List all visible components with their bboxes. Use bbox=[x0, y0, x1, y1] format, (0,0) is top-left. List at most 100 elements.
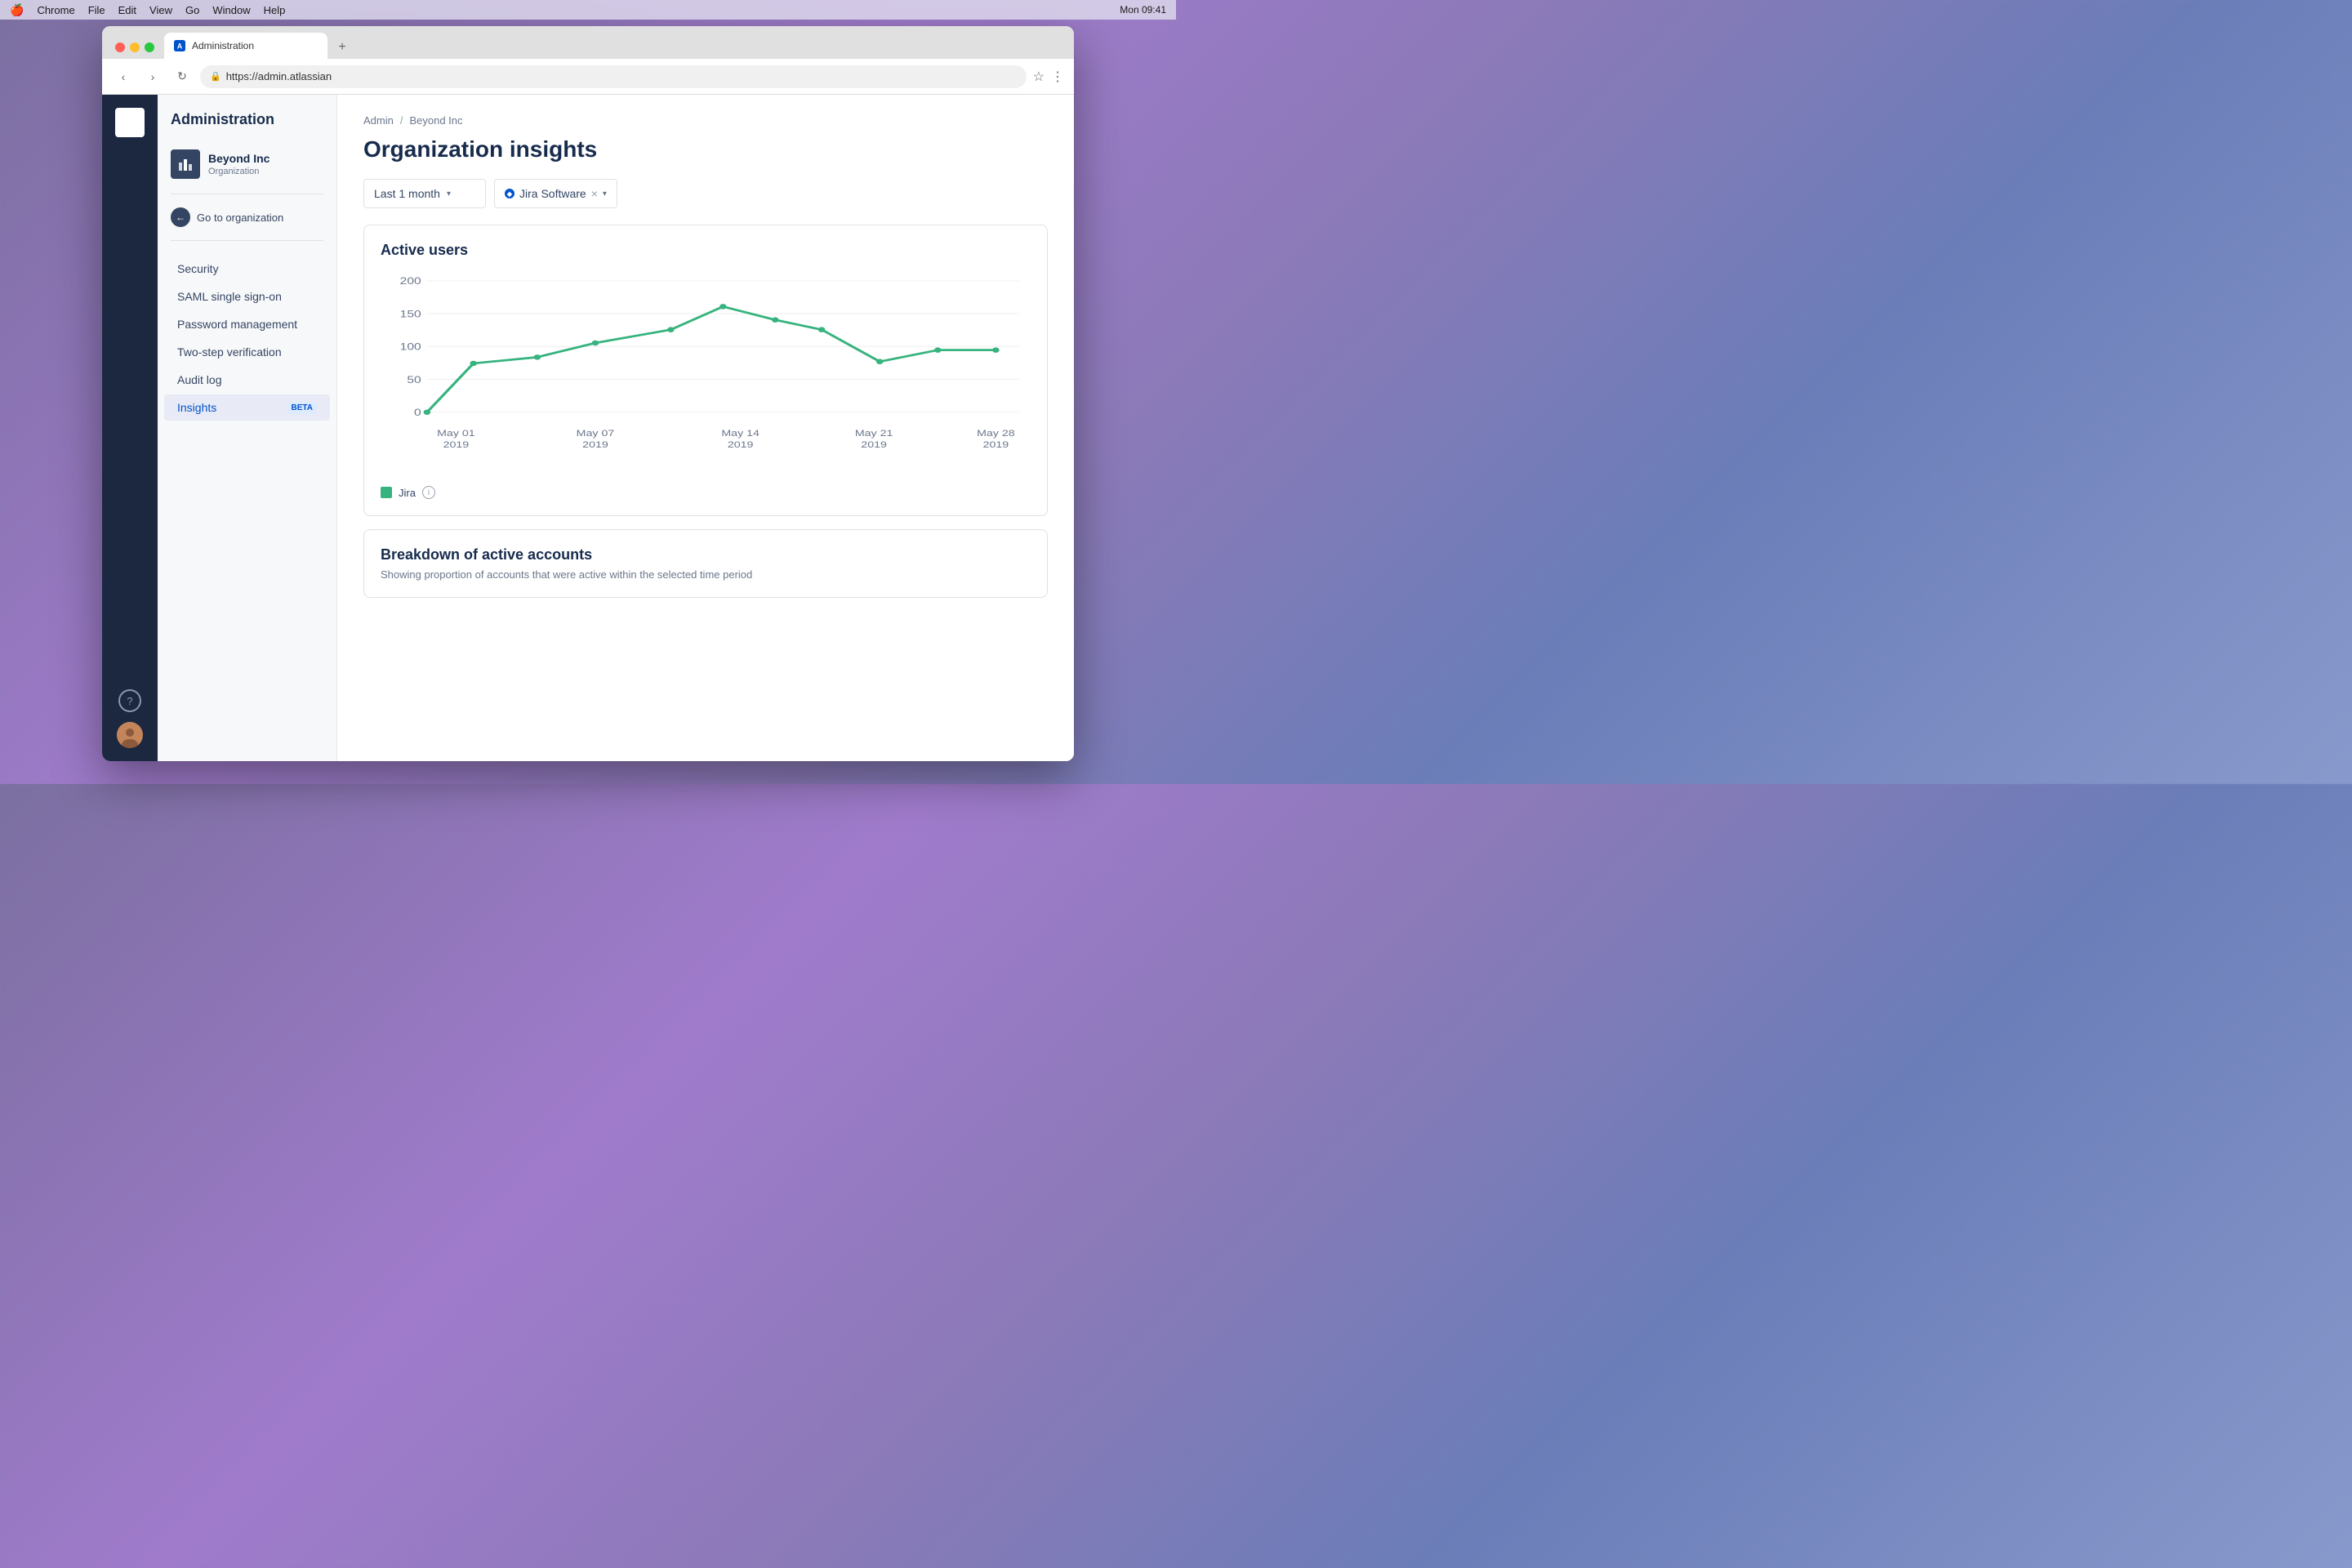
product-filter[interactable]: ◆ Jira Software × ▾ bbox=[494, 179, 617, 208]
nav-section: Security SAML single sign-on Password ma… bbox=[158, 247, 336, 429]
menu-window[interactable]: Window bbox=[212, 4, 250, 16]
active-users-card: Active users 200 150 100 50 bbox=[363, 225, 1048, 516]
tab-favicon: A bbox=[174, 40, 185, 51]
org-sub: Organization bbox=[208, 166, 270, 177]
side-menu: Administration Beyond Inc Organization ← bbox=[158, 95, 337, 761]
org-item[interactable]: Beyond Inc Organization bbox=[158, 141, 336, 187]
chart-legend: Jira i bbox=[381, 486, 1031, 499]
svg-text:May 21: May 21 bbox=[855, 429, 893, 439]
filters-row: Last 1 month ▾ ◆ Jira Software × ▾ bbox=[363, 179, 1048, 208]
org-icon bbox=[171, 149, 200, 179]
active-tab[interactable]: A Administration bbox=[164, 33, 327, 59]
svg-text:May 28: May 28 bbox=[977, 429, 1015, 439]
product-filter-chevron: ▾ bbox=[603, 189, 607, 198]
reload-button[interactable]: ↻ bbox=[171, 65, 194, 88]
svg-text:2019: 2019 bbox=[728, 440, 754, 450]
maximize-button[interactable] bbox=[145, 42, 154, 52]
breakdown-title: Breakdown of active accounts bbox=[381, 546, 1031, 564]
remove-product-tag[interactable]: × bbox=[591, 188, 598, 199]
svg-text:2019: 2019 bbox=[983, 440, 1009, 450]
go-to-org-label: Go to organization bbox=[197, 212, 283, 224]
menu-go[interactable]: Go bbox=[185, 4, 199, 16]
legend-label: Jira bbox=[399, 487, 416, 499]
traffic-lights bbox=[109, 42, 161, 59]
breadcrumb-separator: / bbox=[400, 114, 403, 127]
breadcrumb: Admin / Beyond Inc bbox=[363, 114, 1048, 127]
svg-text:May 01: May 01 bbox=[437, 429, 475, 439]
insights-label: Insights bbox=[177, 401, 216, 414]
svg-text:2019: 2019 bbox=[582, 440, 608, 450]
more-options-icon[interactable]: ⋮ bbox=[1051, 69, 1064, 85]
left-nav-bottom: ? bbox=[117, 689, 143, 748]
page-title: Organization insights bbox=[363, 136, 1048, 163]
page-content: Admin / Beyond Inc Organization insights… bbox=[337, 95, 1074, 761]
help-button[interactable]: ? bbox=[118, 689, 141, 712]
minimize-button[interactable] bbox=[130, 42, 140, 52]
time-filter-chevron: ▾ bbox=[447, 189, 451, 198]
svg-text:A: A bbox=[177, 42, 183, 51]
insights-row: Insights BETA bbox=[177, 401, 317, 414]
svg-text:2019: 2019 bbox=[443, 440, 470, 450]
svg-text:2019: 2019 bbox=[861, 440, 887, 450]
side-menu-title: Administration bbox=[158, 111, 336, 141]
sidebar-item-saml[interactable]: SAML single sign-on bbox=[164, 283, 330, 310]
url-text: https://admin.atlassian bbox=[226, 70, 332, 82]
forward-button[interactable]: › bbox=[141, 65, 164, 88]
new-tab-button[interactable]: + bbox=[331, 36, 354, 59]
close-button[interactable] bbox=[115, 42, 125, 52]
menu-edit[interactable]: Edit bbox=[118, 4, 136, 16]
svg-text:0: 0 bbox=[414, 407, 421, 418]
tab-title: Administration bbox=[192, 40, 254, 51]
svg-text:150: 150 bbox=[400, 308, 421, 319]
go-back-icon: ← bbox=[171, 207, 190, 227]
main-content: ? Administration bbox=[102, 95, 1074, 761]
back-button[interactable]: ‹ bbox=[112, 65, 135, 88]
sidebar-item-twostep[interactable]: Two-step verification bbox=[164, 339, 330, 365]
breakdown-card: Breakdown of active accounts Showing pro… bbox=[363, 529, 1048, 598]
url-bar[interactable]: 🔒 https://admin.atlassian bbox=[200, 65, 1027, 88]
menubar-time: Mon 09:41 bbox=[1120, 4, 1166, 16]
beta-badge: BETA bbox=[287, 402, 317, 414]
product-name: Jira Software bbox=[519, 187, 586, 200]
bookmark-icon[interactable]: ☆ bbox=[1033, 69, 1045, 85]
tab-bar: A Administration + bbox=[102, 26, 1074, 59]
chart-info-icon[interactable]: i bbox=[422, 486, 435, 499]
svg-text:200: 200 bbox=[400, 275, 421, 287]
menu-chrome[interactable]: Chrome bbox=[37, 4, 74, 16]
left-nav: ? bbox=[102, 95, 158, 761]
sidebar-item-insights[interactable]: Insights BETA bbox=[164, 394, 330, 421]
apple-menu[interactable]: 🍎 bbox=[10, 3, 24, 17]
chart-title: Active users bbox=[381, 242, 1031, 259]
menu-file[interactable]: File bbox=[88, 4, 105, 16]
lock-icon: 🔒 bbox=[210, 71, 221, 82]
svg-text:50: 50 bbox=[407, 374, 421, 385]
menubar: 🍎 Chrome File Edit View Go Window Help M… bbox=[0, 0, 1176, 20]
time-filter[interactable]: Last 1 month ▾ bbox=[363, 179, 486, 208]
breadcrumb-current: Beyond Inc bbox=[409, 114, 462, 127]
menu-help[interactable]: Help bbox=[264, 4, 286, 16]
svg-text:100: 100 bbox=[400, 341, 421, 352]
svg-text:May 07: May 07 bbox=[577, 429, 615, 439]
time-filter-label: Last 1 month bbox=[374, 187, 440, 200]
sidebar-item-audit[interactable]: Audit log bbox=[164, 367, 330, 393]
go-to-org-link[interactable]: ← Go to organization bbox=[158, 201, 336, 234]
sidebar-item-password[interactable]: Password management bbox=[164, 311, 330, 337]
atlassian-logo[interactable] bbox=[115, 108, 145, 137]
menu-divider-2 bbox=[171, 240, 323, 241]
browser-window: A Administration + ‹ › ↻ 🔒 https://admin… bbox=[102, 26, 1074, 761]
chart-area: 200 150 100 50 0 bbox=[381, 272, 1031, 476]
svg-text:May 14: May 14 bbox=[721, 429, 760, 439]
breadcrumb-admin[interactable]: Admin bbox=[363, 114, 394, 127]
chart-svg: 200 150 100 50 0 bbox=[381, 272, 1031, 476]
org-info: Beyond Inc Organization bbox=[208, 151, 270, 177]
sidebar-item-security[interactable]: Security bbox=[164, 256, 330, 282]
user-avatar[interactable] bbox=[117, 722, 143, 748]
legend-color-box bbox=[381, 487, 392, 498]
menu-view[interactable]: View bbox=[149, 4, 172, 16]
breakdown-subtitle: Showing proportion of accounts that were… bbox=[381, 568, 1031, 581]
jira-dot-icon: ◆ bbox=[505, 189, 514, 198]
address-bar: ‹ › ↻ 🔒 https://admin.atlassian ☆ ⋮ bbox=[102, 59, 1074, 95]
product-tag-label: Jira Software bbox=[519, 187, 586, 200]
org-name: Beyond Inc bbox=[208, 151, 270, 166]
avatar-image bbox=[117, 722, 143, 748]
